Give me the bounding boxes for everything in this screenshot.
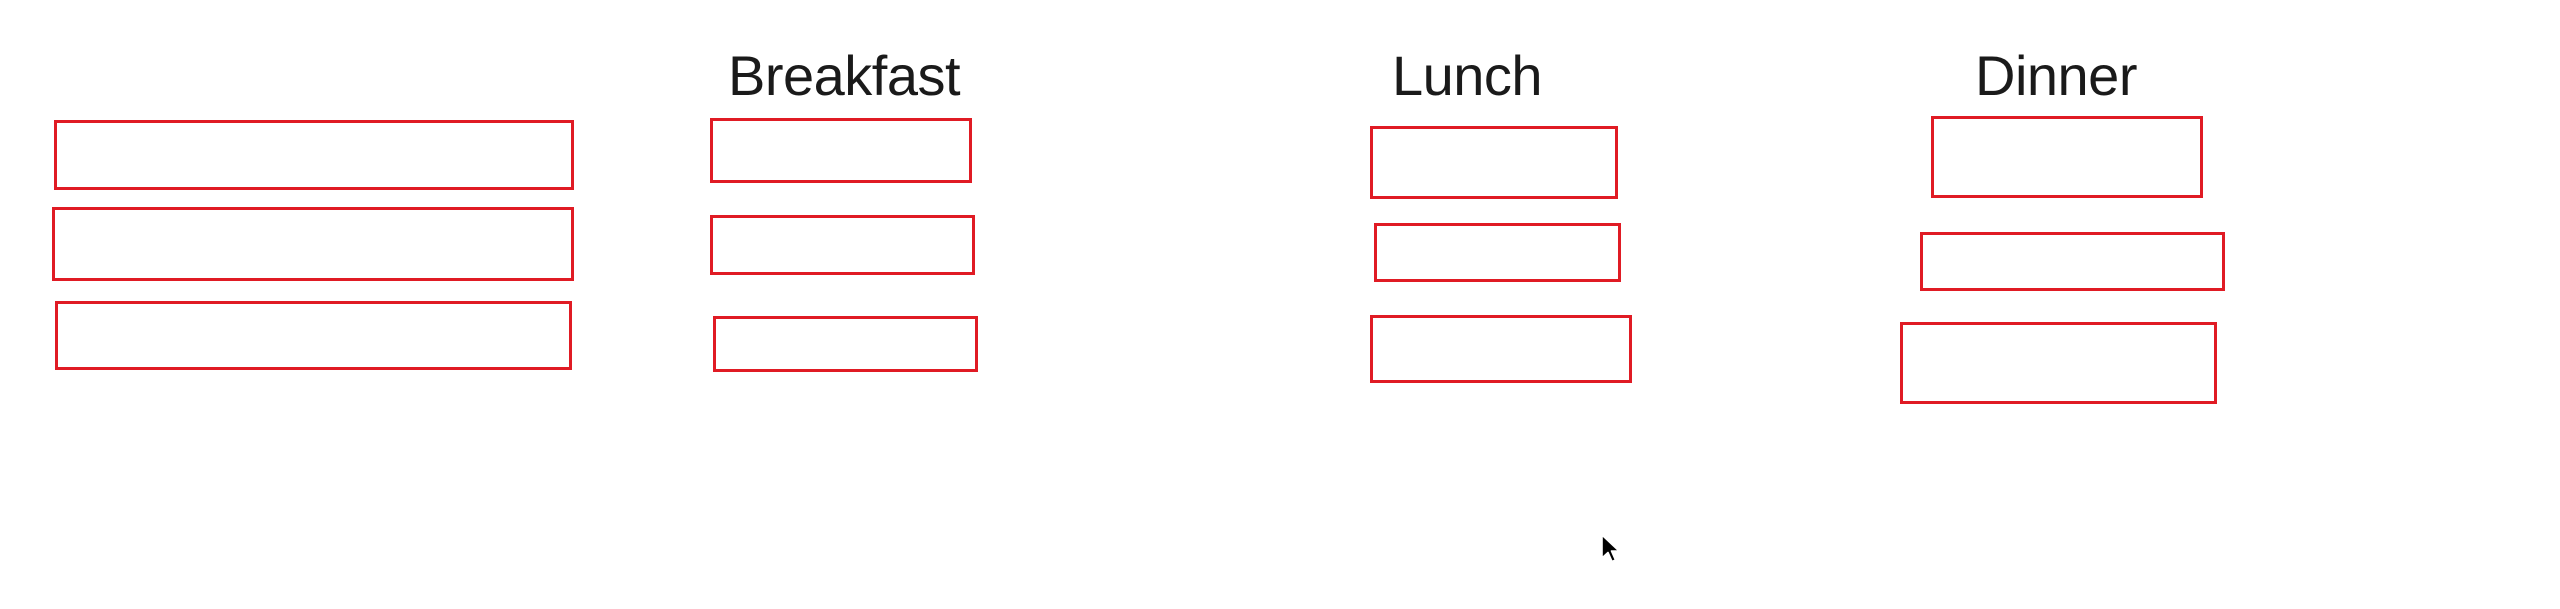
breakfast-box-3[interactable] [713,316,978,372]
dinner-box-2[interactable] [1920,232,2225,291]
breakfast-box-2[interactable] [710,215,975,275]
lunch-box-2[interactable] [1374,223,1621,282]
dinner-box-3[interactable] [1900,322,2217,404]
breakfast-box-1[interactable] [710,118,972,183]
left-label-box-1[interactable] [54,120,574,190]
lunch-box-1[interactable] [1370,126,1618,199]
dinner-heading: Dinner [1975,44,2137,107]
lunch-heading: Lunch [1392,44,1543,107]
left-label-box-3[interactable] [55,301,572,370]
mouse-pointer-icon [1601,534,1620,563]
dinner-box-1[interactable] [1931,116,2203,198]
breakfast-heading: Breakfast [728,44,961,107]
left-label-box-2[interactable] [52,207,574,281]
lunch-box-3[interactable] [1370,315,1632,383]
